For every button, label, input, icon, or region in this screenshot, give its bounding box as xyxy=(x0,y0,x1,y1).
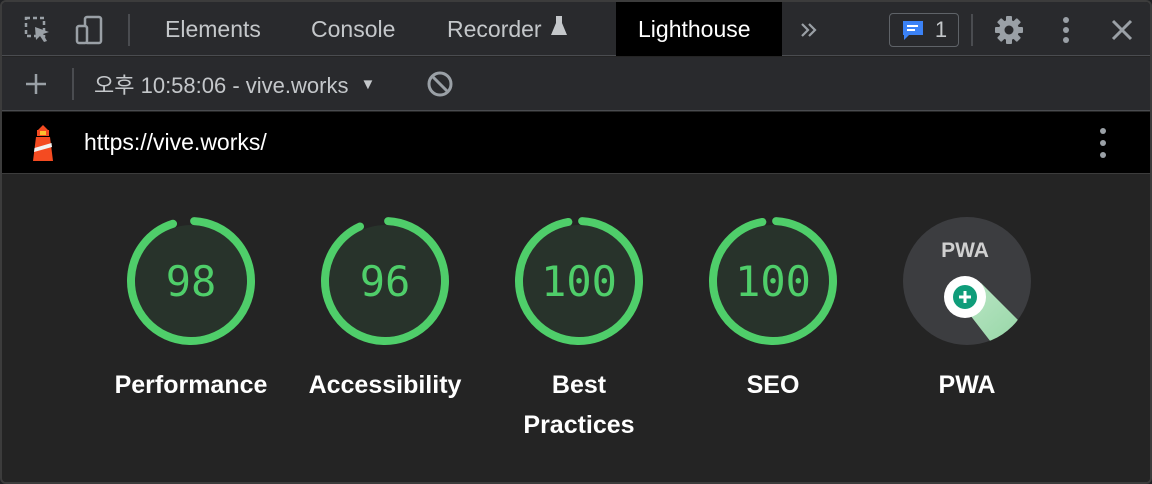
gauge-pwa[interactable]: PWA PWA xyxy=(887,215,1047,405)
issues-count: 1 xyxy=(934,17,948,42)
gear-icon[interactable] xyxy=(993,14,1025,46)
gauge-label: PWA xyxy=(938,371,996,399)
gauge-performance[interactable]: 98 Performance xyxy=(111,215,271,405)
tab-elements[interactable]: Elements xyxy=(143,2,283,56)
gauge-label: Accessibility xyxy=(308,371,462,399)
gauge-score: 100 xyxy=(541,257,617,306)
lighthouse-logo-icon xyxy=(28,124,58,167)
gauge-score: 96 xyxy=(360,257,411,306)
gauge-accessibility[interactable]: 96 Accessibility xyxy=(305,215,465,405)
clear-icon[interactable] xyxy=(424,68,456,100)
gauge-label: SEO xyxy=(746,371,800,399)
pwa-badge-text: PWA xyxy=(941,239,989,262)
tab-lighthouse-label: Lighthouse xyxy=(638,15,751,42)
gauge-score: 98 xyxy=(166,257,217,306)
tab-recorder-label: Recorder xyxy=(447,15,542,42)
report-url[interactable]: https://vive.works/ xyxy=(84,129,267,156)
devtools-window: Elements Console Recorder Lighthouse 1 오… xyxy=(0,0,1152,484)
kebab-menu-icon[interactable] xyxy=(1050,14,1082,46)
divider xyxy=(971,14,973,46)
plus-icon[interactable] xyxy=(20,68,52,100)
tab-console-label: Console xyxy=(311,15,396,42)
gauge-best-practices[interactable]: 100 Best Practices xyxy=(499,215,659,445)
caret-down-icon: ▼ xyxy=(360,75,376,93)
close-icon[interactable] xyxy=(1106,14,1138,46)
devtools-tabbar: Elements Console Recorder Lighthouse 1 xyxy=(2,2,1150,56)
tab-lighthouse[interactable]: Lighthouse xyxy=(616,2,782,56)
score-gauges: 98 Performance 96 Accessibility 100 Best… xyxy=(2,175,1150,482)
gauge-label: Performance xyxy=(114,371,268,399)
inspect-element-icon[interactable] xyxy=(22,14,54,46)
tab-elements-label: Elements xyxy=(165,15,261,42)
tab-console[interactable]: Console xyxy=(289,2,417,56)
device-toolbar-icon[interactable] xyxy=(74,14,106,46)
report-url-bar: https://vive.works/ xyxy=(2,112,1150,174)
divider xyxy=(128,14,130,46)
gauge-label: Best Practices xyxy=(523,371,635,439)
gauge-score: 100 xyxy=(735,257,811,306)
report-select[interactable]: 오후 10:58:06 - vive.works ▼ xyxy=(94,67,375,101)
flask-icon xyxy=(550,15,568,43)
report-select-label: 오후 10:58:06 - vive.works xyxy=(94,73,349,98)
divider xyxy=(72,68,74,100)
kebab-menu-icon[interactable] xyxy=(1098,127,1108,164)
double-chevron-right-icon[interactable] xyxy=(793,14,825,46)
gauge-seo[interactable]: 100 SEO xyxy=(693,215,853,405)
issues-button[interactable]: 1 xyxy=(889,13,959,47)
message-icon xyxy=(902,21,923,40)
tab-recorder[interactable]: Recorder xyxy=(425,2,590,56)
lighthouse-toolbar: 오후 10:58:06 - vive.works ▼ xyxy=(2,57,1150,111)
